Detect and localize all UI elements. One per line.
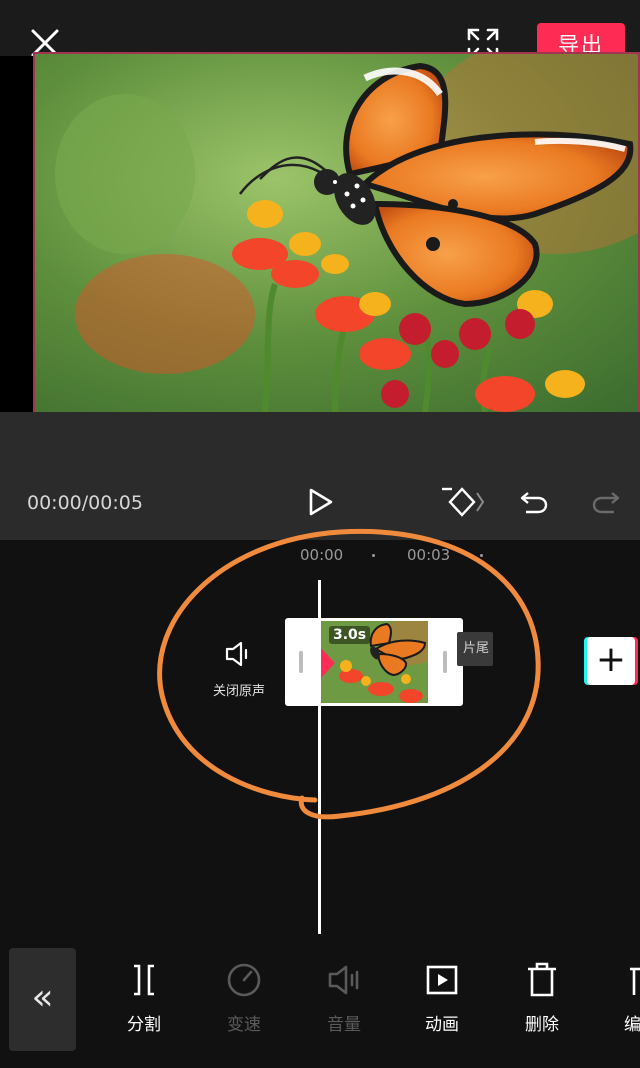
tool-split[interactable]: 分割	[104, 960, 184, 1040]
undo-icon	[520, 492, 548, 514]
tool-volume-label: 音量	[327, 1015, 361, 1035]
add-clip-button[interactable]: +	[587, 637, 635, 685]
redo-button[interactable]	[590, 487, 622, 517]
redo-icon	[592, 492, 620, 514]
tool-edit-label: 编	[624, 1015, 640, 1035]
keyframe-button[interactable]	[440, 485, 486, 519]
tool-volume[interactable]: 音量	[304, 960, 384, 1040]
tool-animation[interactable]: 动画	[402, 960, 482, 1040]
delete-icon	[528, 962, 556, 997]
undo-button[interactable]	[518, 487, 550, 517]
play-button[interactable]	[305, 487, 335, 517]
tool-speed[interactable]: 变速	[204, 960, 284, 1040]
tool-delete[interactable]: 删除	[502, 960, 582, 1040]
tool-animation-label: 动画	[425, 1015, 459, 1035]
tool-split-label: 分割	[127, 1015, 161, 1035]
video-preview[interactable]	[33, 52, 640, 414]
animation-icon	[426, 965, 458, 995]
keyframe-icon	[442, 487, 485, 517]
butterfly-image	[35, 54, 638, 412]
play-icon	[309, 488, 333, 516]
preview-letterbox	[0, 56, 34, 412]
split-icon	[134, 964, 154, 996]
tool-speed-label: 变速	[227, 1015, 261, 1035]
volume-icon	[328, 965, 359, 995]
collapse-toolbar-button[interactable]: «	[9, 948, 76, 1051]
annotation-circle-stroke	[157, 528, 541, 820]
edit-icon	[630, 967, 640, 995]
tool-delete-label: 删除	[525, 1015, 559, 1035]
time-readout: 00:00/00:05	[27, 492, 143, 514]
tool-edit[interactable]: 编	[600, 960, 640, 1040]
speed-icon	[227, 963, 261, 997]
hand-drawn-annotation	[140, 520, 560, 840]
